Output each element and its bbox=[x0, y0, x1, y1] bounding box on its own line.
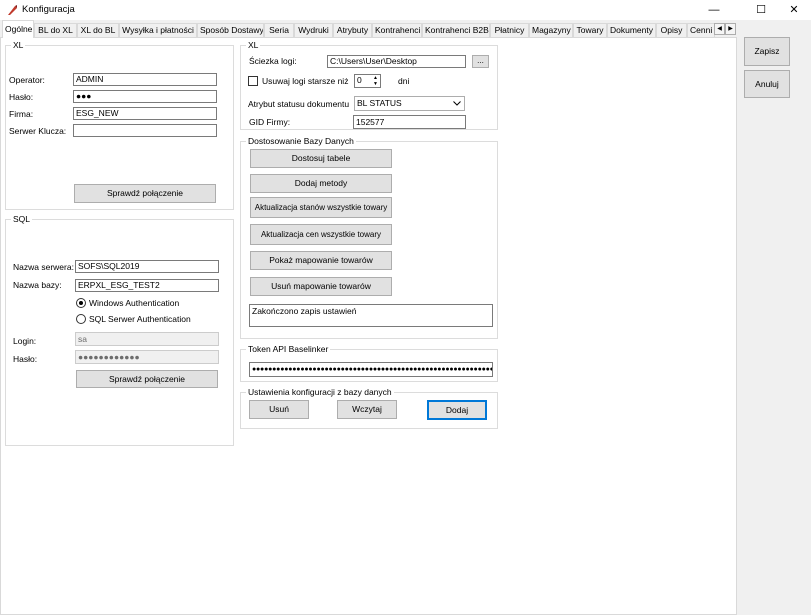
db-name-input[interactable]: ERPXL_ESG_TEST2 bbox=[75, 279, 219, 292]
company-gid-input[interactable]: 152577 bbox=[353, 115, 466, 129]
db-name-label: Nazwa bazy: bbox=[13, 280, 62, 290]
add-methods-button[interactable]: Dodaj metody bbox=[250, 174, 392, 193]
log-path-input[interactable]: C:\Users\User\Desktop bbox=[327, 55, 466, 68]
title-bar bbox=[0, 0, 811, 20]
windows-auth-radio[interactable] bbox=[76, 298, 86, 308]
tab-atrybuty[interactable]: Atrybuty bbox=[333, 23, 372, 37]
show-product-mapping-button[interactable]: Pokaż mapowanie towarów bbox=[250, 251, 392, 270]
delete-logs-days-value: 0 bbox=[357, 75, 362, 85]
sql-password-label: Hasło: bbox=[13, 354, 38, 364]
tab-cenniki[interactable]: Cenni bbox=[687, 23, 715, 37]
delete-logs-checkbox[interactable] bbox=[248, 76, 258, 86]
config-db-group-title: Ustawienia konfiguracji z bazy danych bbox=[246, 387, 394, 397]
delete-product-mapping-button[interactable]: Usuń mapowanie towarów bbox=[250, 277, 392, 296]
update-prices-all-button[interactable]: Aktualizacja cen wszystkie towary bbox=[250, 224, 392, 245]
tab-ogolne[interactable]: Ogólne bbox=[2, 20, 34, 38]
window-title: Konfiguracja bbox=[22, 4, 75, 15]
tab-xl-do-bl[interactable]: XL do BL bbox=[77, 23, 119, 37]
tab-platnicy[interactable]: Płatnicy bbox=[490, 23, 529, 37]
sql-auth-label: SQL Serwer Authentication bbox=[89, 314, 191, 324]
days-label: dni bbox=[398, 76, 410, 86]
token-input[interactable]: ●●●●●●●●●●●●●●●●●●●●●●●●●●●●●●●●●●●●●●●●… bbox=[249, 362, 493, 377]
key-server-label: Serwer Klucza: bbox=[9, 126, 67, 136]
tab-scroll-right-icon[interactable]: ▶ bbox=[725, 23, 736, 35]
add-config-button[interactable]: Dodaj bbox=[427, 400, 487, 420]
stepper-arrows-icon[interactable]: ▲ ▼ bbox=[371, 75, 380, 87]
sql-password-input[interactable]: ●●●●●●●●●●●● bbox=[75, 350, 219, 364]
tab-scroll-left-icon[interactable]: ◀ bbox=[714, 23, 725, 35]
save-button[interactable]: Zapisz bbox=[744, 37, 790, 66]
operator-label: Operator: bbox=[9, 75, 45, 85]
server-name-input[interactable]: SOFS\SQL2019 bbox=[75, 260, 219, 273]
update-stock-all-button[interactable]: Aktualizacja stanów wszystkie towary bbox=[250, 197, 392, 218]
key-server-input[interactable] bbox=[73, 124, 217, 137]
sql-group-title: SQL bbox=[11, 214, 33, 224]
load-config-button[interactable]: Wczytaj bbox=[337, 400, 397, 419]
status-attribute-value: BL STATUS bbox=[357, 98, 402, 108]
tab-towary[interactable]: Towary bbox=[573, 23, 607, 37]
minimize-button[interactable]: — bbox=[697, 0, 731, 20]
status-message-box: Zakończono zapis ustawień bbox=[249, 304, 493, 327]
tab-kontrahenci-b2b[interactable]: Kontrahenci B2B bbox=[422, 23, 490, 37]
company-gid-label: GID Firmy: bbox=[249, 117, 291, 127]
tab-kontrahenci[interactable]: Kontrahenci bbox=[372, 23, 422, 37]
xl-password-input[interactable]: ●●● bbox=[73, 90, 217, 103]
sql-login-label: Login: bbox=[13, 336, 37, 346]
tab-dokumenty[interactable]: Dokumenty bbox=[607, 23, 656, 37]
status-attribute-select[interactable]: BL STATUS bbox=[354, 96, 465, 111]
tab-seria[interactable]: Seria bbox=[264, 23, 294, 37]
company-input[interactable]: ESG_NEW bbox=[73, 107, 217, 120]
sql-auth-radio[interactable] bbox=[76, 314, 86, 324]
chevron-down-icon[interactable] bbox=[452, 98, 462, 108]
delete-logs-label: Usuwaj logi starsze niż bbox=[262, 76, 349, 86]
tab-wysylka[interactable]: Wysyłka i płatności bbox=[119, 23, 197, 37]
server-name-label: Nazwa serwera: bbox=[13, 262, 74, 272]
tab-magazyny[interactable]: Magazyny bbox=[529, 23, 573, 37]
xl-test-connection-button[interactable]: Sprawdź połączenie bbox=[74, 184, 216, 203]
close-button[interactable]: ✕ bbox=[777, 0, 811, 20]
tab-wydruki[interactable]: Wydruki bbox=[294, 23, 333, 37]
xl-settings-group-title: XL bbox=[246, 40, 261, 50]
sql-test-connection-button[interactable]: Sprawdź połączenie bbox=[76, 370, 218, 388]
token-group-title: Token API Baselinker bbox=[246, 344, 331, 354]
cancel-button[interactable]: Anuluj bbox=[744, 70, 790, 98]
db-adjust-group-title: Dostosowanie Bazy Danych bbox=[246, 136, 356, 146]
maximize-button[interactable]: ☐ bbox=[744, 0, 778, 20]
tab-opisy[interactable]: Opisy bbox=[656, 23, 687, 37]
log-path-label: Ściezka logi: bbox=[249, 56, 297, 66]
tab-sposob-dostawy[interactable]: Sposób Dostawy bbox=[197, 23, 264, 37]
adjust-tables-button[interactable]: Dostosuj tabele bbox=[250, 149, 392, 168]
delete-config-button[interactable]: Usuń bbox=[249, 400, 309, 419]
tab-bl-do-xl[interactable]: BL do XL bbox=[34, 23, 77, 37]
status-attribute-label: Atrybut statusu dokumentu bbox=[248, 99, 350, 109]
operator-input[interactable]: ADMIN bbox=[73, 73, 217, 86]
company-label: Firma: bbox=[9, 109, 34, 119]
windows-auth-label: Windows Authentication bbox=[89, 298, 180, 308]
app-icon bbox=[6, 4, 18, 16]
xl-password-label: Hasło: bbox=[9, 92, 34, 102]
xl-login-group-title: XL bbox=[11, 40, 26, 50]
sql-login-input[interactable]: sa bbox=[75, 332, 219, 346]
browse-button[interactable]: ... bbox=[472, 55, 489, 68]
